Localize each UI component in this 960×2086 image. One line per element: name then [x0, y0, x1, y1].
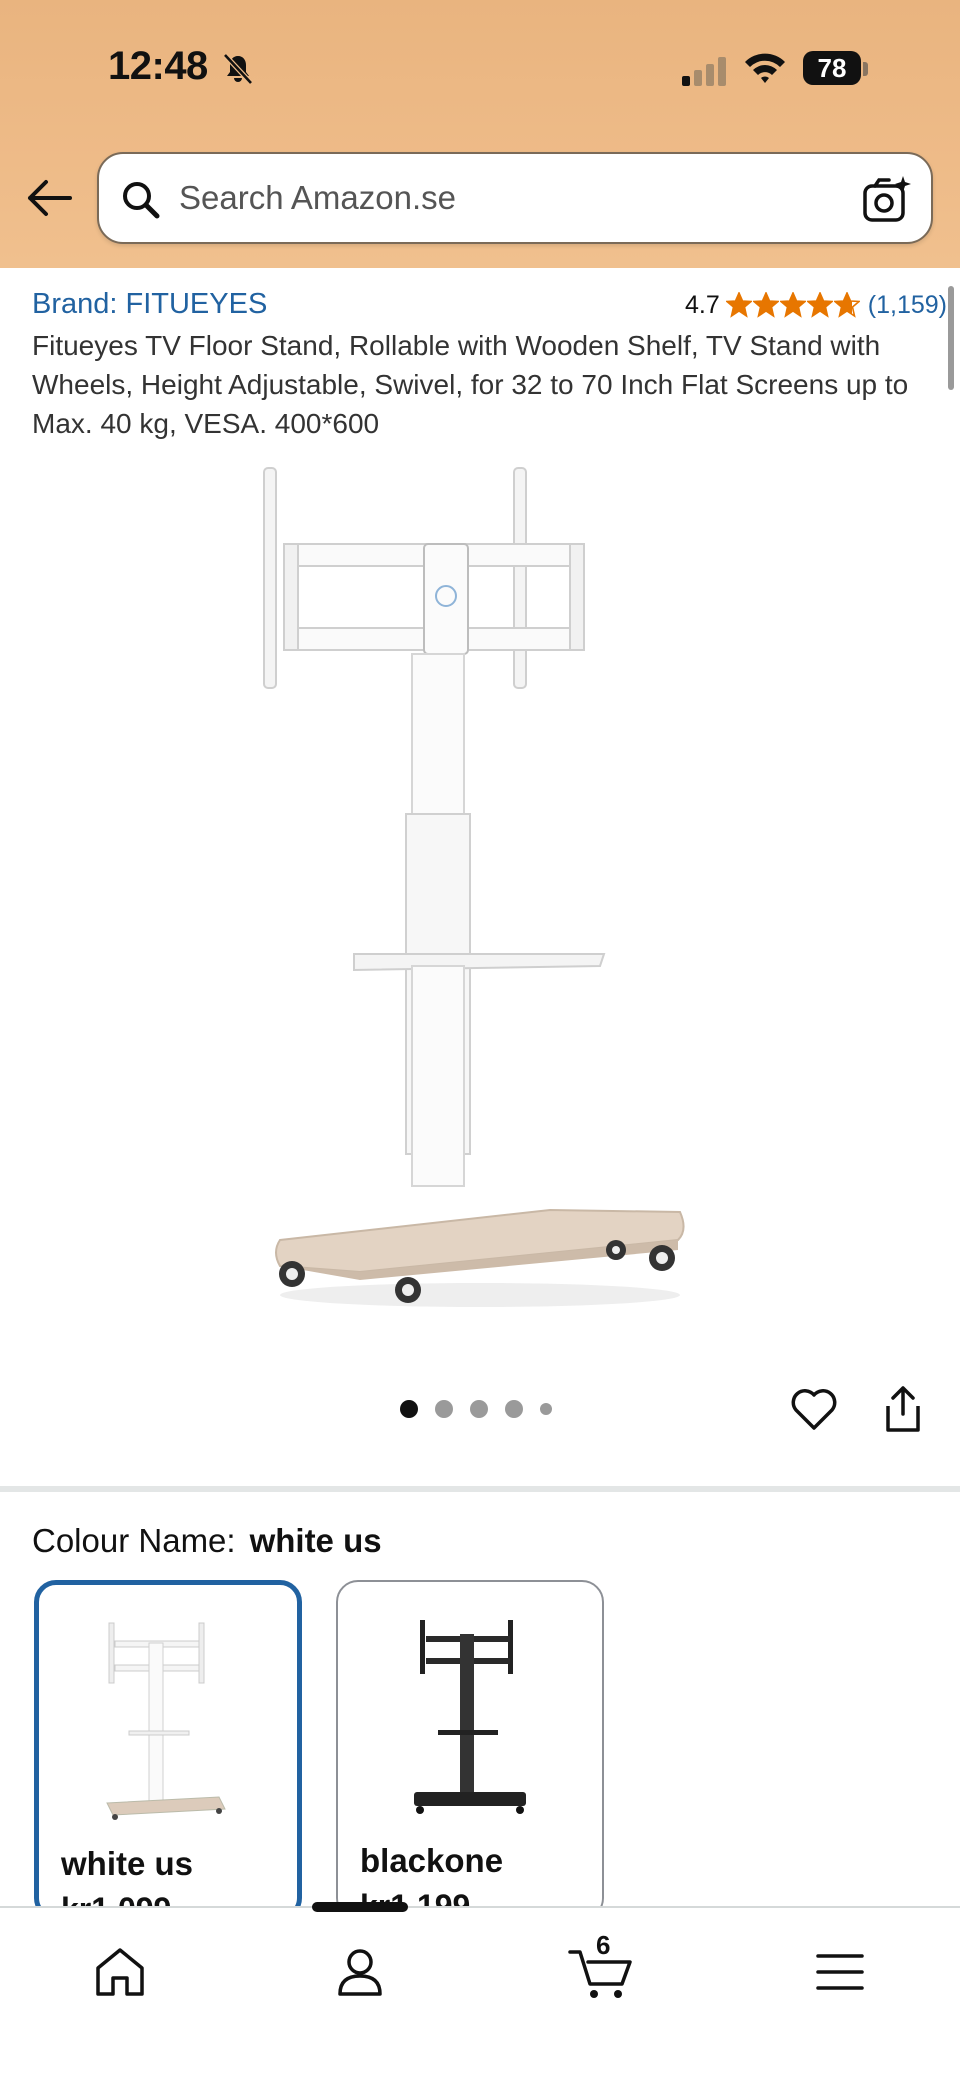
menu-icon[interactable] [810, 1942, 870, 2002]
star-full-icon [806, 292, 833, 318]
colour-selected-value: white us [249, 1522, 382, 1559]
star-half-icon [833, 292, 860, 318]
rating-value: 4.7 [685, 290, 720, 319]
search-input[interactable] [179, 172, 819, 224]
search-icon [123, 182, 160, 219]
colour-label-text: Colour Name: [32, 1522, 236, 1559]
wifi-icon [745, 53, 785, 83]
cart-count-badge: 6 [596, 1930, 611, 1960]
search-bar[interactable] [97, 152, 933, 244]
battery-icon: 78 [803, 51, 861, 85]
colour-option-name: blackone [360, 1842, 504, 1879]
bottom-navigation: 6 [0, 1906, 960, 2086]
rating-summary[interactable]: 4.7 (1,159) [685, 288, 947, 322]
signal-icon [682, 57, 726, 86]
colour-option-black[interactable]: blackone kr1 199 [336, 1580, 604, 1920]
star-full-icon [752, 292, 779, 318]
product-image[interactable] [200, 460, 760, 1320]
colour-option-white[interactable]: white us kr1 099 [34, 1580, 302, 1920]
star-full-icon [779, 292, 806, 318]
product-title: Fitueyes TV Floor Stand, Rollable with W… [32, 330, 909, 439]
rating-stars [725, 292, 860, 318]
white-stand-thumbnail [106, 1622, 226, 1820]
battery-tip [863, 62, 868, 76]
star-full-icon [725, 292, 752, 318]
bell-slash-icon [223, 53, 253, 85]
pagination-dot[interactable] [540, 1403, 552, 1415]
account-icon[interactable] [330, 1942, 390, 2002]
pagination-dot[interactable] [505, 1400, 523, 1418]
pagination-dot[interactable] [470, 1400, 488, 1418]
pagination-dot[interactable] [400, 1400, 418, 1418]
pagination-dot[interactable] [435, 1400, 453, 1418]
home-indicator [312, 1902, 408, 1912]
colour-label: Colour Name: white us [32, 1522, 382, 1560]
app-header: 12:48 78 [0, 0, 960, 268]
colour-option-name: white us [61, 1845, 194, 1882]
image-pagination[interactable] [400, 1400, 552, 1418]
rating-count-link[interactable]: (1,159) [868, 291, 947, 320]
back-arrow-icon[interactable] [22, 176, 74, 220]
brand-link[interactable]: Brand: FITUEYES [32, 288, 267, 321]
heart-icon[interactable] [789, 1384, 839, 1434]
black-stand-thumbnail [414, 1620, 526, 1814]
section-divider [0, 1486, 960, 1492]
status-time: 12:48 [108, 44, 208, 88]
camera-search-icon[interactable] [861, 174, 913, 226]
scroll-indicator[interactable] [948, 286, 954, 390]
share-icon[interactable] [880, 1384, 926, 1434]
home-icon[interactable] [90, 1942, 150, 2002]
